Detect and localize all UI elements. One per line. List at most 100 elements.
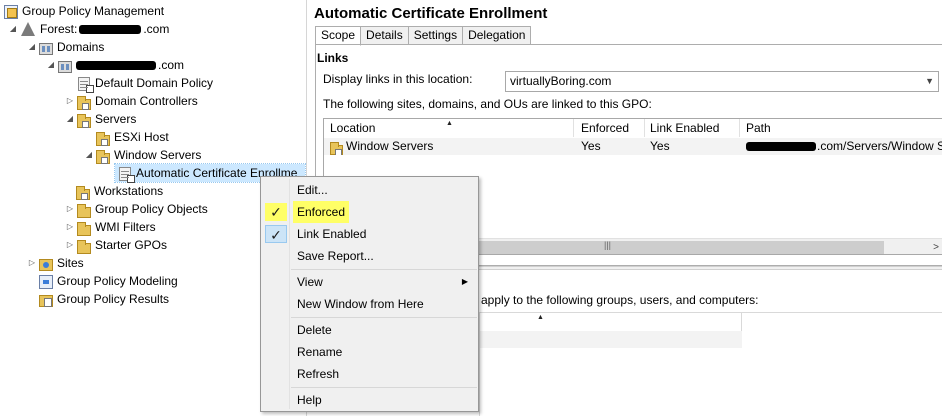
menu-item-refresh[interactable]: Refresh	[262, 363, 478, 385]
tree-item-gpo-objects[interactable]: ▷ Group Policy Objects	[65, 200, 208, 218]
location-dropdown[interactable]: virtuallyBoring.com ▼	[505, 71, 939, 92]
table-cell-path: .com/Servers/Window Ser	[740, 138, 942, 155]
scroll-right-icon[interactable]: >	[933, 239, 939, 254]
results-icon	[39, 295, 53, 307]
tree-item-default-domain-policy[interactable]: Default Domain Policy	[74, 74, 214, 93]
collapse-icon[interactable]: ◢	[65, 110, 75, 128]
ou-folder-icon	[96, 131, 110, 146]
sort-up-icon: ▲	[446, 120, 453, 127]
folder-icon	[77, 221, 91, 236]
tab-settings[interactable]: Settings	[408, 26, 464, 45]
tree-item-domain[interactable]: ◢ .com	[46, 56, 184, 74]
menu-separator	[291, 317, 477, 318]
tree-label: Forest:	[40, 22, 78, 36]
menu-item-view[interactable]: View ▶	[262, 271, 478, 293]
tab-scope[interactable]: Scope	[315, 26, 362, 46]
tree-item-workstations[interactable]: Workstations	[74, 182, 163, 200]
redacted-text	[76, 60, 156, 70]
tree-label: .com	[143, 22, 170, 36]
tree-label: Group Policy Results	[57, 292, 170, 306]
tree-label: Window Servers	[114, 148, 202, 162]
chevron-down-icon[interactable]: ▼	[925, 72, 934, 91]
folder-icon	[77, 239, 91, 254]
context-menu: Edit... ✓ Enforced ✓ Link Enabled Save R…	[260, 176, 479, 412]
links-heading: Links	[317, 51, 349, 65]
menu-item-label: Delete	[297, 323, 332, 337]
gpo-link-icon	[119, 167, 135, 183]
tab-details[interactable]: Details	[361, 26, 409, 45]
tree-label: ESXi Host	[114, 130, 169, 144]
expand-icon[interactable]: ▷	[65, 200, 75, 218]
tree-item-esxi-host[interactable]: ESXi Host	[94, 128, 169, 146]
gpm-icon	[4, 5, 18, 19]
tree-item-domains[interactable]: ◢ Domains	[27, 38, 104, 56]
menu-item-label: Help	[297, 393, 322, 407]
tree-item-results[interactable]: Group Policy Results	[37, 290, 169, 308]
collapse-icon[interactable]: ◢	[46, 56, 56, 74]
menu-item-label: View	[297, 275, 323, 289]
tree-label: Domains	[57, 40, 105, 54]
checkmark-icon: ✓	[265, 225, 287, 243]
expand-icon[interactable]: ▷	[65, 218, 75, 236]
tab-delegation[interactable]: Delegation	[463, 26, 532, 45]
menu-item-label: Rename	[297, 345, 343, 359]
row-path: .com/Servers/Window Ser	[817, 139, 942, 153]
expand-icon[interactable]: ▷	[65, 92, 75, 110]
scrollbar-thumb[interactable]	[474, 241, 884, 254]
menu-item-rename[interactable]: Rename	[262, 341, 478, 363]
gpo-link-icon	[78, 77, 94, 93]
expand-icon[interactable]: ▷	[27, 254, 37, 272]
menu-item-edit[interactable]: Edit...	[262, 179, 478, 201]
domain-icon	[58, 61, 72, 73]
folder-icon	[77, 203, 91, 218]
sites-icon	[39, 259, 53, 271]
menu-separator	[291, 387, 477, 388]
sort-up-icon: ▲	[537, 314, 544, 321]
tree-label: Domain Controllers	[95, 94, 198, 108]
menu-item-new-window[interactable]: New Window from Here	[262, 293, 478, 315]
redacted-text	[79, 24, 142, 34]
tree-item-window-servers[interactable]: ◢ Window Servers	[84, 146, 201, 164]
expand-icon[interactable]: ▷	[65, 236, 75, 254]
row-location: Window Servers	[346, 139, 434, 153]
collapse-icon[interactable]: ◢	[8, 20, 18, 38]
tab-strip: Scope Details Settings Delegation	[315, 26, 532, 46]
menu-item-label: Edit...	[297, 183, 328, 197]
column-header-name[interactable]	[480, 313, 742, 331]
tree-item-domain-controllers[interactable]: ▷ Domain Controllers	[65, 92, 198, 110]
menu-item-label: New Window from Here	[297, 297, 424, 311]
tree-item-wmi-filters[interactable]: ▷ WMI Filters	[65, 218, 156, 236]
row-enforced: Yes	[581, 139, 601, 153]
row-link-enabled: Yes	[650, 139, 670, 153]
menu-item-help[interactable]: Help	[262, 389, 478, 411]
tree-item-starter-gpos[interactable]: ▷ Starter GPOs	[65, 236, 167, 254]
checkmark-icon: ✓	[265, 203, 287, 221]
collapse-icon[interactable]: ◢	[84, 146, 94, 164]
column-header-link-enabled[interactable]: Link Enabled	[644, 119, 740, 137]
tree-item-sites[interactable]: ▷ Sites	[27, 254, 84, 272]
tree-label: Sites	[57, 256, 84, 270]
menu-item-link-enabled[interactable]: ✓ Link Enabled	[262, 223, 478, 245]
grip-icon: |||	[604, 240, 612, 250]
security-filter-label: apply to the following groups, users, an…	[481, 293, 759, 307]
modeling-icon	[39, 275, 53, 289]
tree-item-modeling[interactable]: Group Policy Modeling	[37, 272, 178, 290]
tree-item-servers[interactable]: ◢ Servers	[65, 110, 136, 128]
menu-item-save-report[interactable]: Save Report...	[262, 245, 478, 267]
tree-item-gpm-root[interactable]: Group Policy Management	[2, 2, 164, 20]
menu-item-delete[interactable]: Delete	[262, 319, 478, 341]
table-row[interactable]	[480, 331, 742, 348]
tree-label: Workstations	[94, 184, 164, 198]
tree-label: Default Domain Policy	[95, 76, 214, 90]
column-header-path[interactable]: Path	[740, 119, 942, 137]
tree-item-forest[interactable]: ◢ Forest: .com	[8, 20, 169, 38]
submenu-arrow-icon: ▶	[461, 277, 468, 286]
collapse-icon[interactable]: ◢	[27, 38, 37, 56]
ou-folder-icon	[77, 113, 91, 128]
ou-folder-icon	[76, 185, 90, 200]
column-header-enforced[interactable]: Enforced	[575, 119, 645, 137]
menu-item-enforced[interactable]: ✓ Enforced	[262, 201, 478, 223]
page-title: Automatic Certificate Enrollment	[314, 5, 548, 22]
tree-label: Starter GPOs	[95, 238, 168, 252]
menu-separator	[291, 269, 477, 270]
